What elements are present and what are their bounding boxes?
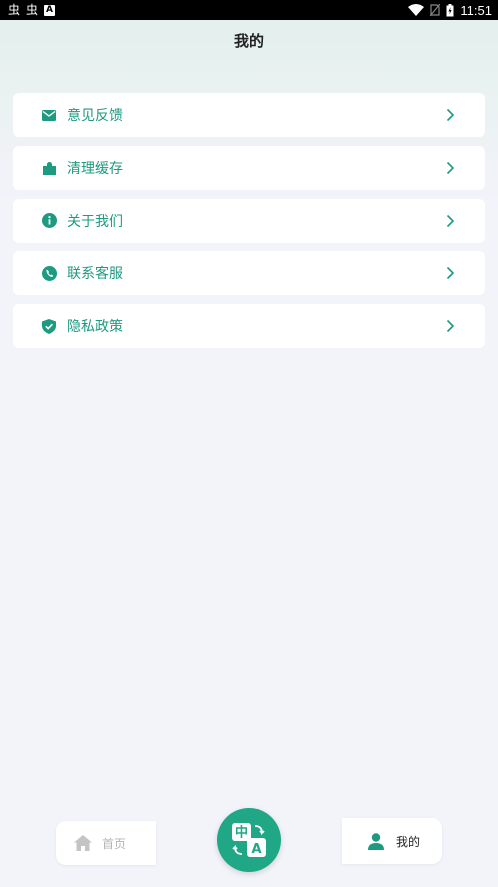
accessibility-icon: A bbox=[44, 4, 56, 16]
chevron-right-icon bbox=[446, 319, 455, 333]
chevron-right-icon bbox=[446, 161, 455, 174]
tab-home[interactable]: 首页 bbox=[56, 821, 156, 865]
menu-item-label: 清理缓存 bbox=[67, 160, 123, 177]
no-sim-icon bbox=[430, 4, 441, 16]
menu-list: 意见反馈 清理缓存 关于我们 联系客服 隐私政策 bbox=[13, 93, 485, 357]
mail-icon bbox=[41, 107, 57, 123]
battery-icon bbox=[446, 3, 454, 16]
wifi-icon bbox=[408, 4, 425, 16]
puzzle-icon bbox=[41, 160, 57, 176]
status-bar: 虫 虫 A 11:51 bbox=[0, 0, 498, 20]
notification-icon: 虫 bbox=[8, 3, 21, 17]
notification-icon: 虫 bbox=[26, 3, 39, 17]
chevron-right-icon bbox=[446, 214, 455, 227]
menu-item-contact-service[interactable]: 联系客服 bbox=[13, 251, 485, 296]
translate-icon-text-zh: 中 bbox=[235, 825, 248, 841]
tab-mine-label: 我的 bbox=[396, 834, 421, 849]
info-icon bbox=[41, 213, 57, 229]
menu-item-label: 关于我们 bbox=[67, 213, 123, 230]
chevron-right-icon bbox=[446, 267, 455, 280]
home-icon bbox=[74, 835, 92, 851]
menu-item-label: 意见反馈 bbox=[67, 108, 123, 124]
phone-icon bbox=[41, 265, 57, 281]
menu-item-clear-cache[interactable]: 清理缓存 bbox=[13, 145, 485, 190]
translate-button[interactable]: 中 A bbox=[217, 808, 281, 872]
tab-home-label: 首页 bbox=[102, 836, 127, 851]
user-icon bbox=[368, 832, 384, 850]
tab-mine[interactable]: 我的 bbox=[342, 818, 442, 864]
status-bar-right: 11:51 bbox=[408, 3, 492, 18]
status-bar-left: 虫 虫 A bbox=[8, 0, 56, 20]
chevron-right-icon bbox=[446, 108, 455, 122]
translate-icon: 中 A bbox=[232, 823, 266, 857]
status-time: 11:51 bbox=[460, 2, 492, 18]
page-title: 我的 bbox=[233, 32, 264, 50]
menu-item-label: 联系客服 bbox=[67, 266, 123, 283]
menu-item-label: 隐私政策 bbox=[67, 319, 123, 335]
translate-icon-text-a: A bbox=[251, 842, 261, 857]
menu-item-privacy-policy[interactable]: 隐私政策 bbox=[13, 304, 485, 348]
menu-item-about-us[interactable]: 关于我们 bbox=[13, 198, 485, 243]
shield-check-icon bbox=[41, 318, 57, 334]
menu-item-feedback[interactable]: 意见反馈 bbox=[13, 93, 485, 137]
